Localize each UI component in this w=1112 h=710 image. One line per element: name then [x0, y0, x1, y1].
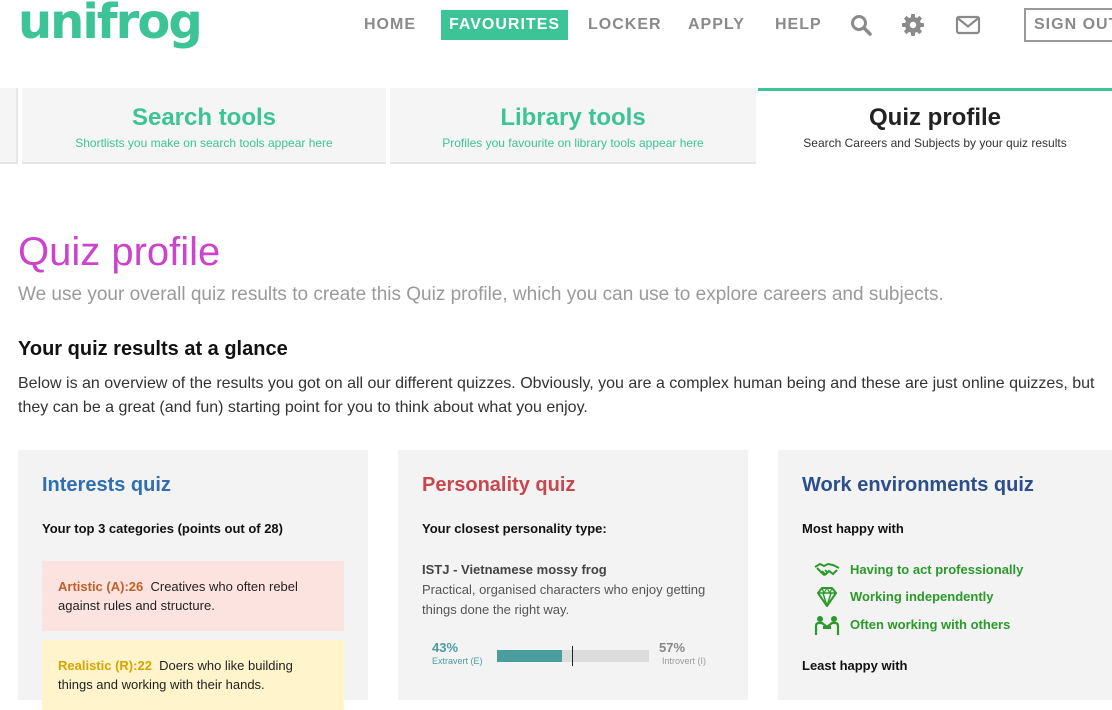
work-environments-quiz-card: Work environments quiz Most happy with H…: [778, 450, 1112, 700]
unifrog-logo[interactable]: unifrog: [18, 0, 203, 50]
sign-out-button[interactable]: SIGN OUT: [1024, 8, 1112, 42]
work-item-text: Having to act professionally: [850, 562, 1024, 577]
diamond-icon: [817, 587, 837, 607]
nav-help[interactable]: HELP: [775, 10, 822, 40]
card-title[interactable]: Work environments quiz: [802, 474, 1034, 497]
nav-apply[interactable]: APPLY: [688, 10, 745, 40]
page-subtitle: We use your overall quiz results to crea…: [18, 284, 944, 305]
personality-quiz-card: Personality quiz Your closest personalit…: [398, 450, 748, 700]
personality-type-name: ISTJ - Vietnamese mossy frog: [422, 562, 607, 577]
most-happy-label: Most happy with: [802, 521, 904, 536]
header: unifrog HOME FAVOURITES LOCKER APPLY HEL…: [0, 0, 1112, 88]
tab-subtitle: Profiles you favourite on library tools …: [442, 136, 704, 150]
extravert-introvert-scale: 43% Extravert (E) 57% Introvert (I): [422, 640, 722, 670]
personality-type-desc: Practical, organised characters who enjo…: [422, 582, 706, 617]
work-item-text: Working independently: [850, 589, 994, 604]
nav-favourites[interactable]: FAVOURITES: [441, 10, 569, 40]
mail-icon[interactable]: [955, 13, 981, 37]
handshake-icon: [814, 562, 840, 576]
scale-fill: [497, 650, 563, 662]
gear-icon[interactable]: [901, 13, 925, 37]
search-icon[interactable]: [849, 13, 873, 37]
card-title[interactable]: Interests quiz: [42, 474, 171, 497]
page-title: Quiz profile: [18, 230, 221, 274]
scale-midline: [572, 646, 573, 666]
nav-locker[interactable]: LOCKER: [588, 10, 662, 40]
card-label: Your top 3 categories (points out of 28): [42, 521, 283, 536]
people-icon: [814, 616, 840, 635]
card-title[interactable]: Personality quiz: [422, 474, 575, 497]
nav-home[interactable]: HOME: [364, 10, 416, 40]
favourites-tabs: Search tools Shortlists you make on sear…: [0, 88, 1112, 166]
introvert-percent: 57%: [659, 640, 686, 655]
work-item-text: Often working with others: [850, 617, 1011, 632]
interest-category-realistic: Realistic (R):22 Doers who like building…: [42, 640, 344, 710]
interests-quiz-card: Interests quiz Your top 3 categories (po…: [18, 450, 368, 710]
introvert-label: Introvert (I): [662, 656, 707, 666]
interest-category-name: Artistic (A):26: [58, 579, 144, 594]
tab-title: Search tools: [131, 104, 277, 131]
scale-bar: [497, 646, 649, 666]
section-heading: Your quiz results at a glance: [18, 338, 288, 360]
tab-subtitle: Search Careers and Subjects by your quiz…: [803, 136, 1067, 150]
card-label: Your closest personality type:: [422, 521, 607, 536]
tab-quiz-profile[interactable]: Quiz profile Search Careers and Subjects…: [758, 88, 1112, 164]
least-happy-label: Least happy with: [802, 658, 908, 673]
tab-search-tools[interactable]: Search tools Shortlists you make on sear…: [22, 88, 386, 164]
tab-library-tools[interactable]: Library tools Profiles you favourite on …: [390, 88, 756, 164]
tab-edge: [0, 88, 18, 164]
extravert-percent: 43%: [432, 640, 459, 655]
section-description: Below is an overview of the results you …: [18, 375, 1095, 416]
tab-subtitle: Shortlists you make on search tools appe…: [75, 136, 333, 150]
interest-category-name: Realistic (R):22: [58, 658, 152, 673]
tab-title: Library tools: [500, 104, 646, 131]
interest-category-artistic: Artistic (A):26 Creatives who often rebe…: [42, 561, 344, 631]
extravert-label: Extravert (E): [432, 656, 483, 666]
tab-title: Quiz profile: [869, 104, 1001, 131]
